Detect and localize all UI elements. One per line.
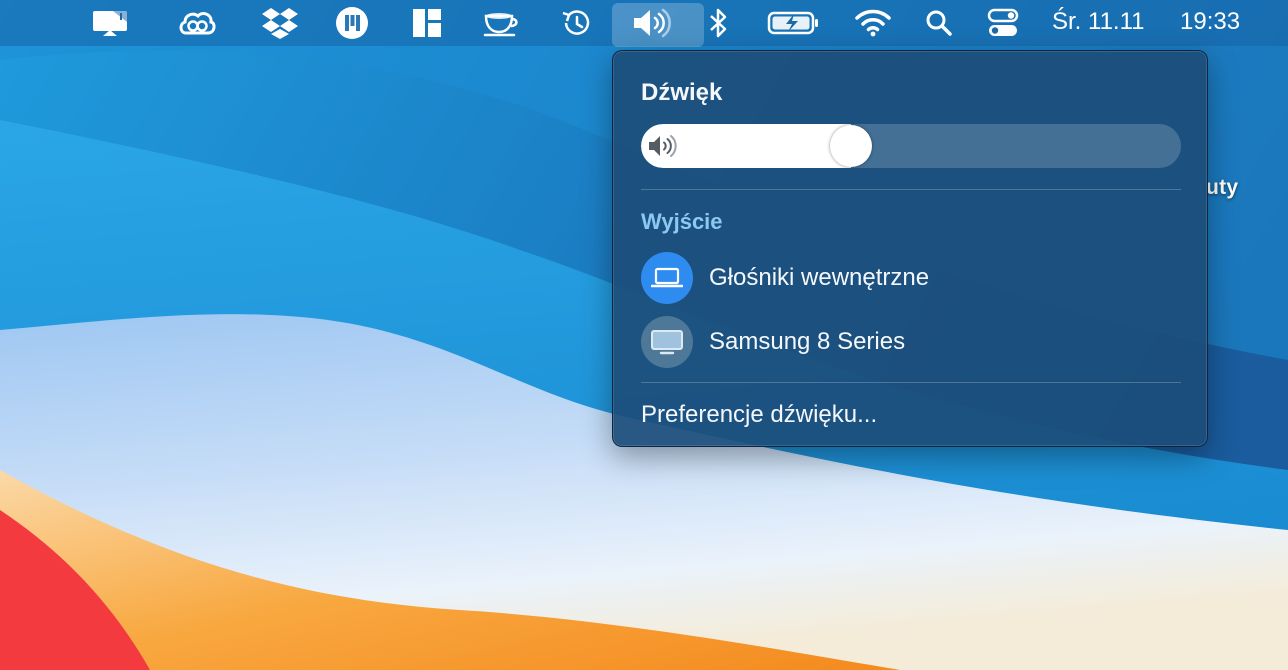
device-unselected-indicator bbox=[641, 316, 693, 368]
creative-cloud-icon[interactable] bbox=[176, 0, 218, 46]
panel-title: Dźwięk bbox=[641, 79, 723, 106]
device-selected-indicator bbox=[641, 252, 693, 304]
spotlight-search-icon[interactable] bbox=[924, 0, 954, 46]
output-device-internal-speakers[interactable]: Głośniki wewnętrzne bbox=[641, 251, 1181, 305]
bluetooth-icon[interactable] bbox=[706, 0, 732, 46]
control-center-icon[interactable] bbox=[986, 0, 1020, 46]
divider bbox=[641, 189, 1181, 190]
menubar-time[interactable]: 19:33 bbox=[1180, 8, 1240, 36]
battery-charging-icon[interactable] bbox=[766, 0, 820, 46]
wifi-icon[interactable] bbox=[854, 0, 892, 46]
sound-preferences-link[interactable]: Preferencje dźwięku... bbox=[641, 401, 877, 429]
device-label: Samsung 8 Series bbox=[709, 328, 906, 355]
output-heading: Wyjście bbox=[641, 209, 723, 234]
display-mirroring-icon[interactable] bbox=[90, 0, 130, 46]
time-machine-icon[interactable] bbox=[558, 0, 594, 46]
volume-slider-knob[interactable] bbox=[830, 125, 872, 167]
device-label: Głośniki wewnętrzne bbox=[709, 264, 930, 291]
laptop-icon bbox=[651, 267, 683, 288]
slider-speaker-icon bbox=[649, 135, 677, 157]
window-layout-icon[interactable] bbox=[410, 0, 444, 46]
dropbox-icon[interactable] bbox=[260, 0, 300, 46]
menubar-date[interactable]: Śr. 11.11 bbox=[1052, 8, 1145, 36]
menu-bar: Śr. 11.11 19:33 bbox=[0, 0, 1288, 47]
coffee-cup-icon[interactable] bbox=[480, 0, 524, 46]
desktop-partial-label: uty bbox=[1206, 176, 1239, 199]
sound-menu-panel: Dźwięk Wyjście Głośniki wewnętrzne Samsu… bbox=[612, 50, 1208, 447]
app-m-icon[interactable] bbox=[334, 0, 370, 46]
volume-icon[interactable] bbox=[630, 0, 674, 46]
monitor-icon bbox=[651, 330, 683, 355]
divider bbox=[641, 382, 1181, 383]
output-device-samsung[interactable]: Samsung 8 Series bbox=[641, 315, 1181, 369]
volume-slider[interactable] bbox=[641, 124, 1181, 168]
